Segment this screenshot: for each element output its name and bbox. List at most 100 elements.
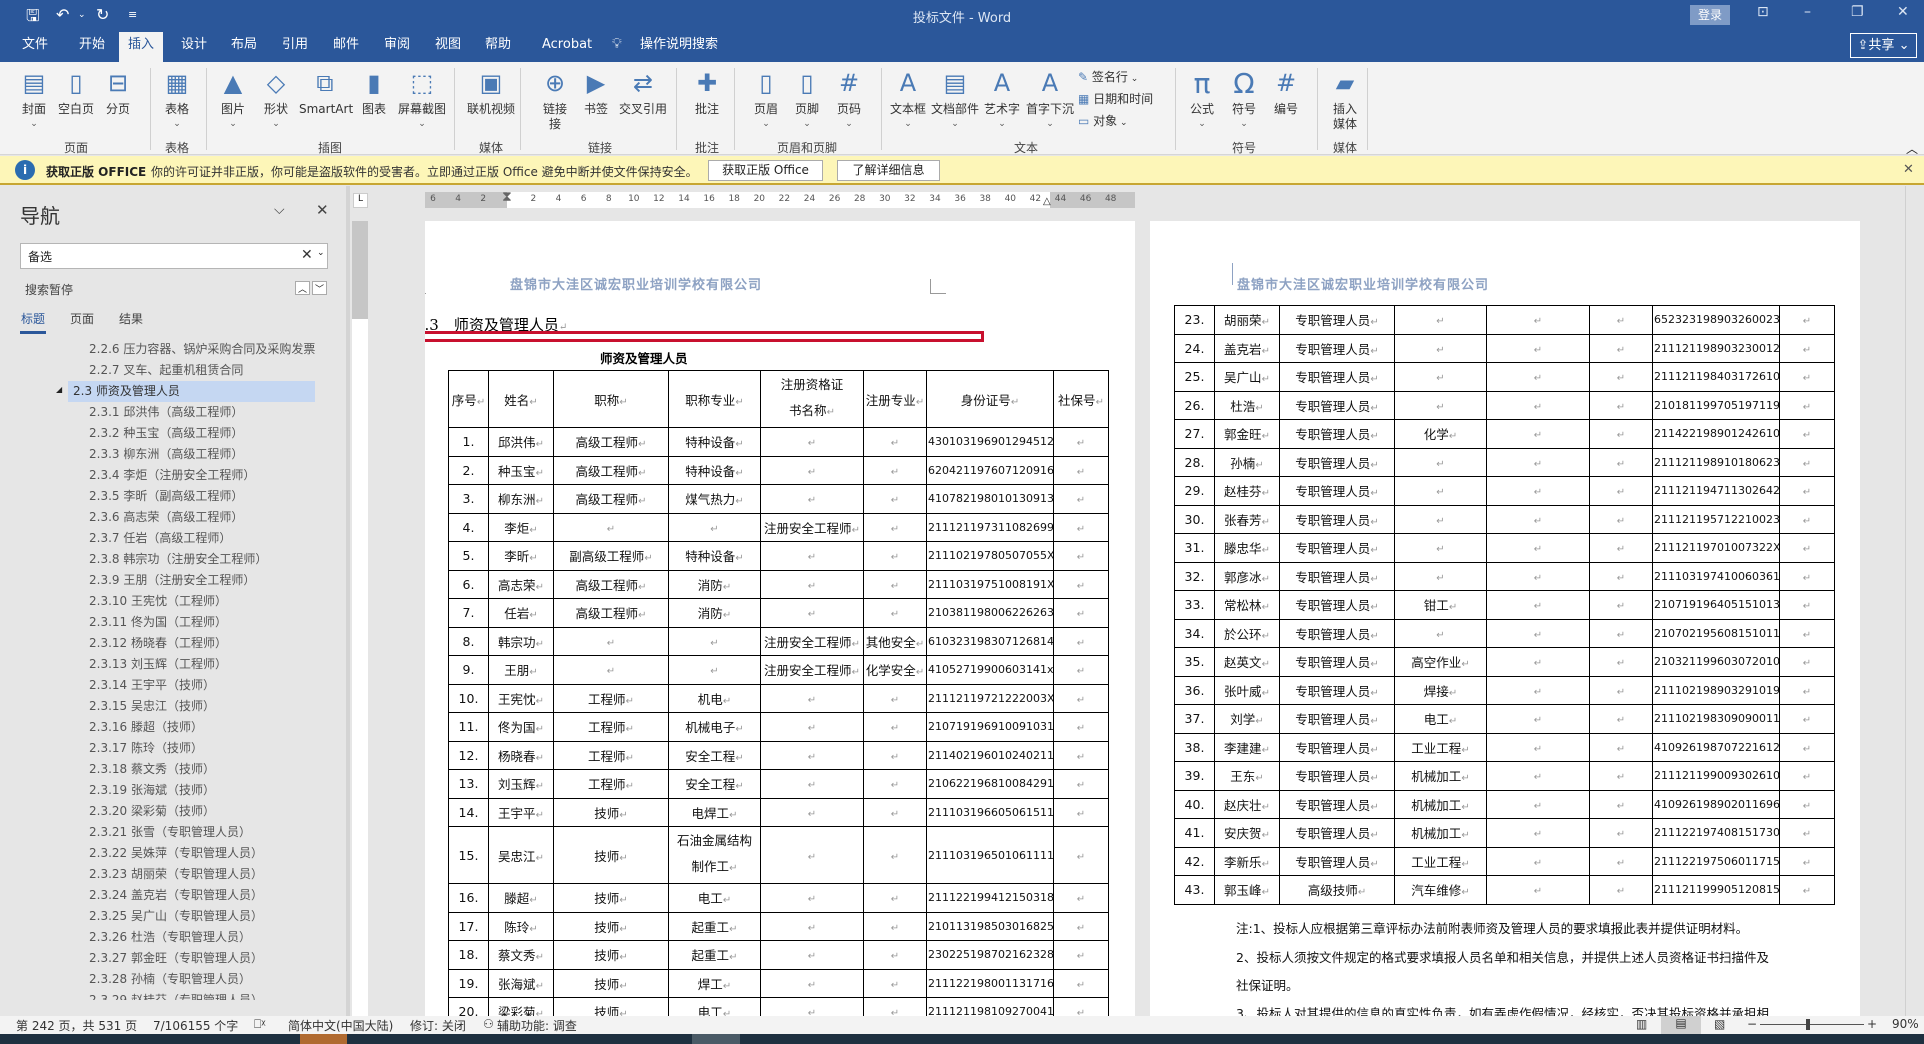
tab-7[interactable]: 审阅 [384, 37, 410, 62]
nav-heading-item[interactable]: 2.3.19 张海斌（技师） [89, 780, 215, 801]
ribbon-button-9[interactable]: ▣ 联机视频 [465, 68, 517, 117]
infobar-close-icon[interactable]: ✕ [1903, 162, 1914, 177]
search-dropdown-icon[interactable]: ⌄ [317, 248, 325, 258]
tab-2[interactable]: 插入 [119, 32, 163, 62]
tab-3[interactable]: 设计 [181, 37, 207, 62]
ribbon-button-2[interactable]: ⊟ 分页 [92, 68, 144, 117]
close-icon[interactable]: ✕ [1897, 4, 1909, 20]
ribbon-button-24[interactable]: ▰ 插入 媒体 [1319, 68, 1371, 132]
nav-heading-item[interactable]: 2.3.21 张雪（专职管理人员） [89, 822, 251, 843]
document-page[interactable]: 盘锦市大洼区诚宏职业培训学校有限公司 23.胡丽荣专职管理人员 652323198… [1150, 221, 1860, 1016]
clear-search-icon[interactable]: ✕ [301, 247, 313, 263]
ribbon-button-18[interactable]: ▤ 文档部件 ⌄ [929, 68, 981, 132]
tab-4[interactable]: 布局 [231, 37, 257, 62]
nav-heading-item[interactable]: 2.3.7 任岩（高级工程师） [89, 528, 231, 549]
language[interactable]: 简体中文(中国大陆) [288, 1017, 393, 1034]
nav-heading-item[interactable]: 2.3.25 吴广山（专职管理人员） [89, 906, 263, 927]
nav-heading-item[interactable]: 2.3.5 李昕（副高级工程师） [89, 486, 243, 507]
zoom-out-button[interactable]: − [1747, 1017, 1757, 1031]
nav-heading-item[interactable]: 2.2.7 叉车、起重机租赁合同 [89, 360, 243, 381]
nav-heading-item[interactable]: 2.3.17 陈玲（技师） [89, 738, 203, 759]
page-count[interactable]: 第 242 页，共 531 页 [16, 1017, 137, 1034]
zoom-slider-thumb[interactable] [1805, 1019, 1810, 1030]
nav-heading-item[interactable]: 2.3.12 杨晓春（工程师） [89, 633, 227, 654]
nav-heading-item[interactable]: 2.3.4 李炬（注册安全工程师） [89, 465, 255, 486]
nav-heading-item[interactable]: 2.3.14 王宇平（技师） [89, 675, 215, 696]
ribbon-small-button-1[interactable]: ▦ 日期和时间 [1078, 90, 1153, 107]
nav-close-icon[interactable]: ✕ [316, 201, 329, 219]
ribbon-button-11[interactable]: ▶ 书签 [570, 68, 622, 117]
tab-1[interactable]: 开始 [79, 37, 105, 62]
ribbon-button-5[interactable]: ◇ 形状 ⌄ [250, 68, 302, 132]
nav-heading-item[interactable]: 2.3.24 盖克岩（专职管理人员） [89, 885, 263, 906]
nav-heading-item[interactable]: 2.3.15 吴忠江（技师） [89, 696, 215, 717]
ribbon-button-16[interactable]: # 页码 ⌄ [823, 68, 875, 132]
nav-heading-item[interactable]: 2.3.3 柳东洲（高级工程师） [89, 444, 243, 465]
nav-heading-item[interactable]: 2.3.27 郭金旺（专职管理人员） [89, 948, 263, 969]
nav-tab-pages[interactable]: 页面 [70, 310, 94, 327]
share-button[interactable]: ⇪共享 ⌄ [1850, 33, 1917, 58]
ribbon-button-17[interactable]: A 文本框 ⌄ [882, 68, 934, 132]
nav-heading-item[interactable]: 2.3.6 高志荣（高级工程师） [89, 507, 243, 528]
tab-selector-icon[interactable]: L [353, 193, 368, 208]
nav-heading-item[interactable]: 2.3.10 王宪忱（工程师） [89, 591, 227, 612]
login-button[interactable]: 登录 [1690, 5, 1730, 25]
collapse-ribbon-icon[interactable]: ︿ [1906, 140, 1918, 157]
accessibility-status[interactable]: 辅助功能: 调查 [497, 1017, 577, 1034]
ribbon-button-8[interactable]: ⬚ 屏幕截图 ⌄ [396, 68, 448, 132]
ribbon-display-icon[interactable]: ⊡ [1757, 4, 1769, 20]
word-count[interactable]: 7/106155 个字 [153, 1017, 238, 1034]
ribbon-small-button-2[interactable]: ▭ 对象 ⌄ [1078, 112, 1128, 129]
ribbon-button-19[interactable]: A 艺术字 ⌄ [976, 68, 1028, 132]
tab-10[interactable]: Acrobat [542, 37, 592, 62]
ribbon-button-12[interactable]: ⇄ 交叉引用 [617, 68, 669, 117]
ribbon-button-7[interactable]: ▮ 图表 [348, 68, 400, 117]
web-layout-icon[interactable]: ▧ [1714, 1017, 1725, 1031]
nav-heading-item[interactable]: 2.3.20 梁彩菊（技师） [89, 801, 215, 822]
zoom-level[interactable]: 90% [1892, 1017, 1919, 1031]
nav-tab-results[interactable]: 结果 [119, 310, 143, 327]
tab-8[interactable]: 视图 [435, 37, 461, 62]
nav-heading-item[interactable]: 2.3.16 滕超（技师） [89, 717, 203, 738]
vertical-scrollbar[interactable] [1905, 186, 1924, 1016]
learn-more-button[interactable]: 了解详细信息 [837, 160, 940, 181]
nav-heading-item[interactable]: 2.3.1 邱洪伟（高级工程师） [89, 402, 243, 423]
previous-result-icon[interactable]: ︿ [295, 281, 310, 295]
nav-heading-item[interactable]: 2.3.29 赵桂芬（专职管理人员） [89, 990, 263, 1000]
nav-heading-item[interactable]: 2.3.9 王朋（注册安全工程师） [89, 570, 255, 591]
ribbon-small-button-0[interactable]: ✎ 签名行 ⌄ [1078, 68, 1138, 85]
indent-marker-icon[interactable]: ⧗ [502, 189, 512, 205]
nav-heading-item[interactable]: 2.3.13 刘玉辉（工程师） [89, 654, 227, 675]
expand-triangle-icon[interactable]: ◢ [56, 385, 62, 394]
get-genuine-office-button[interactable]: 获取正版 Office [708, 160, 823, 181]
vertical-ruler[interactable] [352, 221, 368, 1016]
tab-9[interactable]: 帮助 [485, 37, 511, 62]
nav-tab-headings[interactable]: 标题 [21, 310, 45, 327]
nav-heading-item[interactable]: 2.3.18 蔡文秀（技师） [89, 759, 215, 780]
ribbon-button-23[interactable]: # 编号 [1260, 68, 1312, 117]
nav-heading-item[interactable]: 2.3.2 种玉宝（高级工程师） [89, 423, 243, 444]
nav-heading-item[interactable]: 2.3 师资及管理人员 [68, 381, 315, 402]
nav-heading-item[interactable]: 2.3.11 佟为国（工程师） [89, 612, 227, 633]
track-changes-status[interactable]: 修订: 关闭 [410, 1017, 466, 1034]
next-result-icon[interactable]: ﹀ [312, 281, 327, 295]
nav-heading-item[interactable]: 2.3.22 吴姝萍（专职管理人员） [89, 843, 263, 864]
nav-heading-item[interactable]: 2.2.6 压力容器、锅炉采购合同及采购发票 [89, 339, 315, 360]
nav-scrollbar[interactable] [346, 186, 350, 1016]
proofing-icon[interactable]: ⎕ᵡ [254, 1017, 266, 1032]
right-indent-marker-icon[interactable]: △ [1043, 196, 1051, 207]
tab-5[interactable]: 引用 [282, 37, 308, 62]
nav-heading-item[interactable]: 2.3.8 韩宗功（注册安全工程师） [89, 549, 267, 570]
document-page[interactable]: 盘锦市大洼区诚宏职业培训学校有限公司 ■ 2.3 师资及管理人员↵ 师资及管理人… [425, 221, 1135, 1016]
nav-options-chevron-icon[interactable]: ⌵ [274, 202, 285, 218]
tab-6[interactable]: 邮件 [333, 37, 359, 62]
restore-icon[interactable]: ❐ [1851, 4, 1864, 20]
nav-search-input[interactable]: 备选 ✕ ⌄ [20, 243, 328, 269]
tell-me-search[interactable]: 操作说明搜索 [640, 37, 718, 62]
nav-heading-item[interactable]: 2.3.23 胡丽荣（专职管理人员） [89, 864, 263, 885]
print-layout-icon[interactable]: ▤ [1661, 1016, 1701, 1034]
zoom-in-button[interactable]: + [1867, 1017, 1877, 1031]
zoom-slider[interactable] [1760, 1024, 1864, 1025]
ribbon-button-3[interactable]: ▦ 表格 ⌄ [151, 68, 203, 132]
minimize-icon[interactable]: – [1804, 4, 1811, 20]
